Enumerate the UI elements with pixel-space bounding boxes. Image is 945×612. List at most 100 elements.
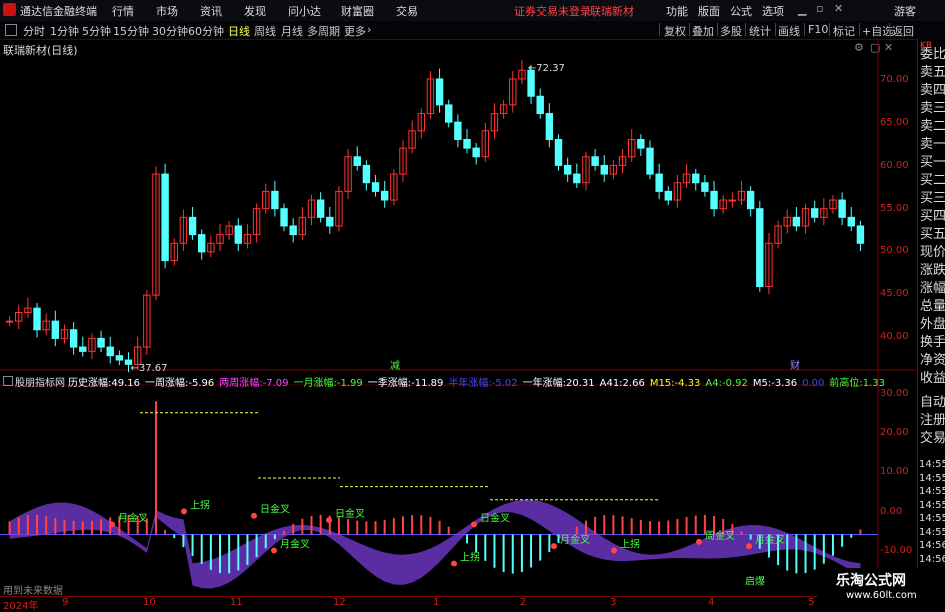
toggle-icon[interactable] — [5, 24, 17, 36]
indicator-stat: 半年涨幅:-5.02 — [448, 378, 518, 389]
signal-annotation: 日金叉 — [260, 503, 290, 516]
watermark: 乐淘公式网 www.60lt.com — [818, 568, 945, 609]
candle-body — [380, 190, 389, 201]
huaxian-button[interactable]: 画线 — [778, 23, 800, 39]
app-logo-icon — [3, 3, 16, 16]
y-tick-label: 50.00 — [880, 245, 909, 256]
time-label: 14:55 — [919, 459, 945, 470]
menu-shichang[interactable]: 市场 — [156, 3, 178, 19]
candle-body — [69, 329, 78, 348]
candle-body — [637, 138, 645, 149]
quote-field[interactable]: 收益 — [920, 370, 945, 388]
indicator-stats: 历史涨幅:49.16 一周涨幅:-5.96 两周涨幅:-7.09 一月涨幅:-1.99… — [68, 374, 890, 389]
quote-field[interactable]: 换手 — [920, 334, 945, 352]
date-label: 4 — [708, 597, 715, 608]
marker-label: 减 — [390, 360, 400, 372]
menu-caifuquan[interactable]: 财富圈 — [341, 3, 374, 19]
period-week[interactable]: 周线 — [254, 23, 276, 39]
signal-annotation: 日金叉 — [480, 511, 510, 524]
tongji-button[interactable]: 统计 — [749, 23, 771, 39]
menu-gongshi[interactable]: 公式 — [730, 3, 752, 19]
quote-field[interactable]: 买三 — [920, 190, 945, 208]
chevron-right-icon[interactable]: › — [367, 23, 371, 36]
auto-button[interactable]: 自动 — [920, 394, 945, 412]
period-30min[interactable]: 30分钟 — [152, 23, 188, 39]
minimize-icon[interactable]: ▁ — [798, 3, 806, 16]
period-multi[interactable]: 多周期 — [307, 23, 340, 39]
candle-body — [600, 164, 608, 175]
quote-field[interactable]: 外盘 — [920, 316, 945, 334]
menu-gongneng[interactable]: 功能 — [666, 3, 688, 19]
indicator-toggle-icon[interactable] — [3, 376, 13, 386]
candle-body — [728, 199, 737, 202]
chart-area[interactable]: ←72.37←37.67 减财 日金叉月金叉上拐月金叉日金叉上拐日金叉月金叉 上拐周… — [0, 39, 917, 596]
quote-field[interactable]: 买二 — [920, 172, 945, 190]
quote-field[interactable]: 买五 — [920, 226, 945, 244]
menu-faxian[interactable]: 发现 — [244, 3, 266, 19]
quote-field[interactable]: 涨幅 — [920, 280, 945, 298]
indicator-stat: M15:-4.33 — [649, 378, 701, 389]
duogu-button[interactable]: 多股 — [720, 23, 742, 39]
indicator-stat: 一年涨幅:20.31 — [522, 378, 595, 389]
period-60min[interactable]: 60分钟 — [188, 23, 224, 39]
quote-field[interactable]: 卖二 — [920, 118, 945, 136]
candle-body — [545, 113, 554, 140]
trade-button[interactable]: 交易 — [920, 430, 945, 448]
menu-banmian[interactable]: 版面 — [698, 3, 720, 19]
quote-field[interactable]: 买一 — [920, 154, 945, 172]
candle-body — [106, 346, 114, 357]
period-5min[interactable]: 5分钟 — [82, 23, 111, 39]
menu-zixun[interactable]: 资讯 — [200, 3, 222, 19]
quote-field[interactable]: 总量 — [920, 298, 945, 316]
candle-body — [664, 190, 673, 201]
quote-field[interactable]: 买四 — [920, 208, 945, 226]
period-1min[interactable]: 1分钟 — [50, 23, 79, 39]
period-day[interactable]: 日线 — [228, 23, 250, 39]
indicator-stat: A41:2.66 — [599, 378, 645, 389]
candle-body — [362, 164, 371, 184]
quote-field[interactable]: 委比 — [920, 46, 945, 64]
candle-body — [847, 216, 855, 227]
login-warning[interactable]: 证券交易未登录 — [514, 3, 591, 19]
period-more[interactable]: 更多 — [344, 23, 366, 39]
y-tick-label: 40.00 — [880, 331, 909, 342]
menu-wenxiaoda[interactable]: 问小达 — [288, 3, 321, 19]
back-button[interactable]: 返回 — [892, 23, 914, 39]
period-fenshi[interactable]: 分时 — [23, 23, 45, 39]
quote-field[interactable]: 涨跌 — [920, 262, 945, 280]
indicator-stat: 历史涨幅:49.16 — [68, 378, 140, 389]
biaoji-button[interactable]: 标记 — [833, 23, 855, 39]
menu-xuanxiang[interactable]: 选项 — [762, 3, 784, 19]
f10-button[interactable]: F10 — [808, 23, 828, 36]
marker-label: 财 — [790, 359, 800, 372]
quote-field[interactable]: 现价 — [920, 244, 945, 262]
quote-field[interactable]: 卖三 — [920, 100, 945, 118]
candle-body — [161, 173, 169, 262]
menu-hangqing[interactable]: 行情 — [112, 3, 134, 19]
menu-jiaoyi[interactable]: 交易 — [396, 3, 418, 19]
candle-body — [51, 320, 60, 339]
signal-annotation: 上拐 — [190, 498, 210, 511]
period-15min[interactable]: 15分钟 — [113, 23, 149, 39]
register-button[interactable]: 注册 — [920, 412, 945, 430]
quote-field[interactable]: 卖四 — [920, 82, 945, 100]
candlestick-chart: ←72.37←37.67 减财 — [5, 59, 865, 374]
period-month[interactable]: 月线 — [281, 23, 303, 39]
signal-annotation: 上拐 — [620, 538, 640, 551]
ind-y-tick-label: 0.00 — [880, 506, 903, 517]
candle-body — [838, 199, 846, 218]
user-label[interactable]: 游客 — [894, 3, 916, 19]
maximize-icon[interactable]: ▫ — [816, 2, 823, 15]
candle-body — [792, 216, 801, 227]
close-icon[interactable]: ✕ — [834, 2, 843, 15]
candle-body — [371, 182, 380, 192]
quote-field[interactable]: 净资 — [920, 352, 945, 370]
ind-y-tick-label: -10.00 — [880, 545, 913, 556]
y-tick-label: 65.00 — [880, 117, 909, 128]
diejia-button[interactable]: 叠加 — [692, 23, 714, 39]
date-label: 5 — [808, 597, 815, 608]
fuquan-button[interactable]: 复权 — [664, 23, 686, 39]
quote-field[interactable]: 卖五 — [920, 64, 945, 82]
quote-field[interactable]: 卖一 — [920, 136, 945, 154]
indicator-name[interactable]: 股朋指标网 — [15, 374, 65, 389]
